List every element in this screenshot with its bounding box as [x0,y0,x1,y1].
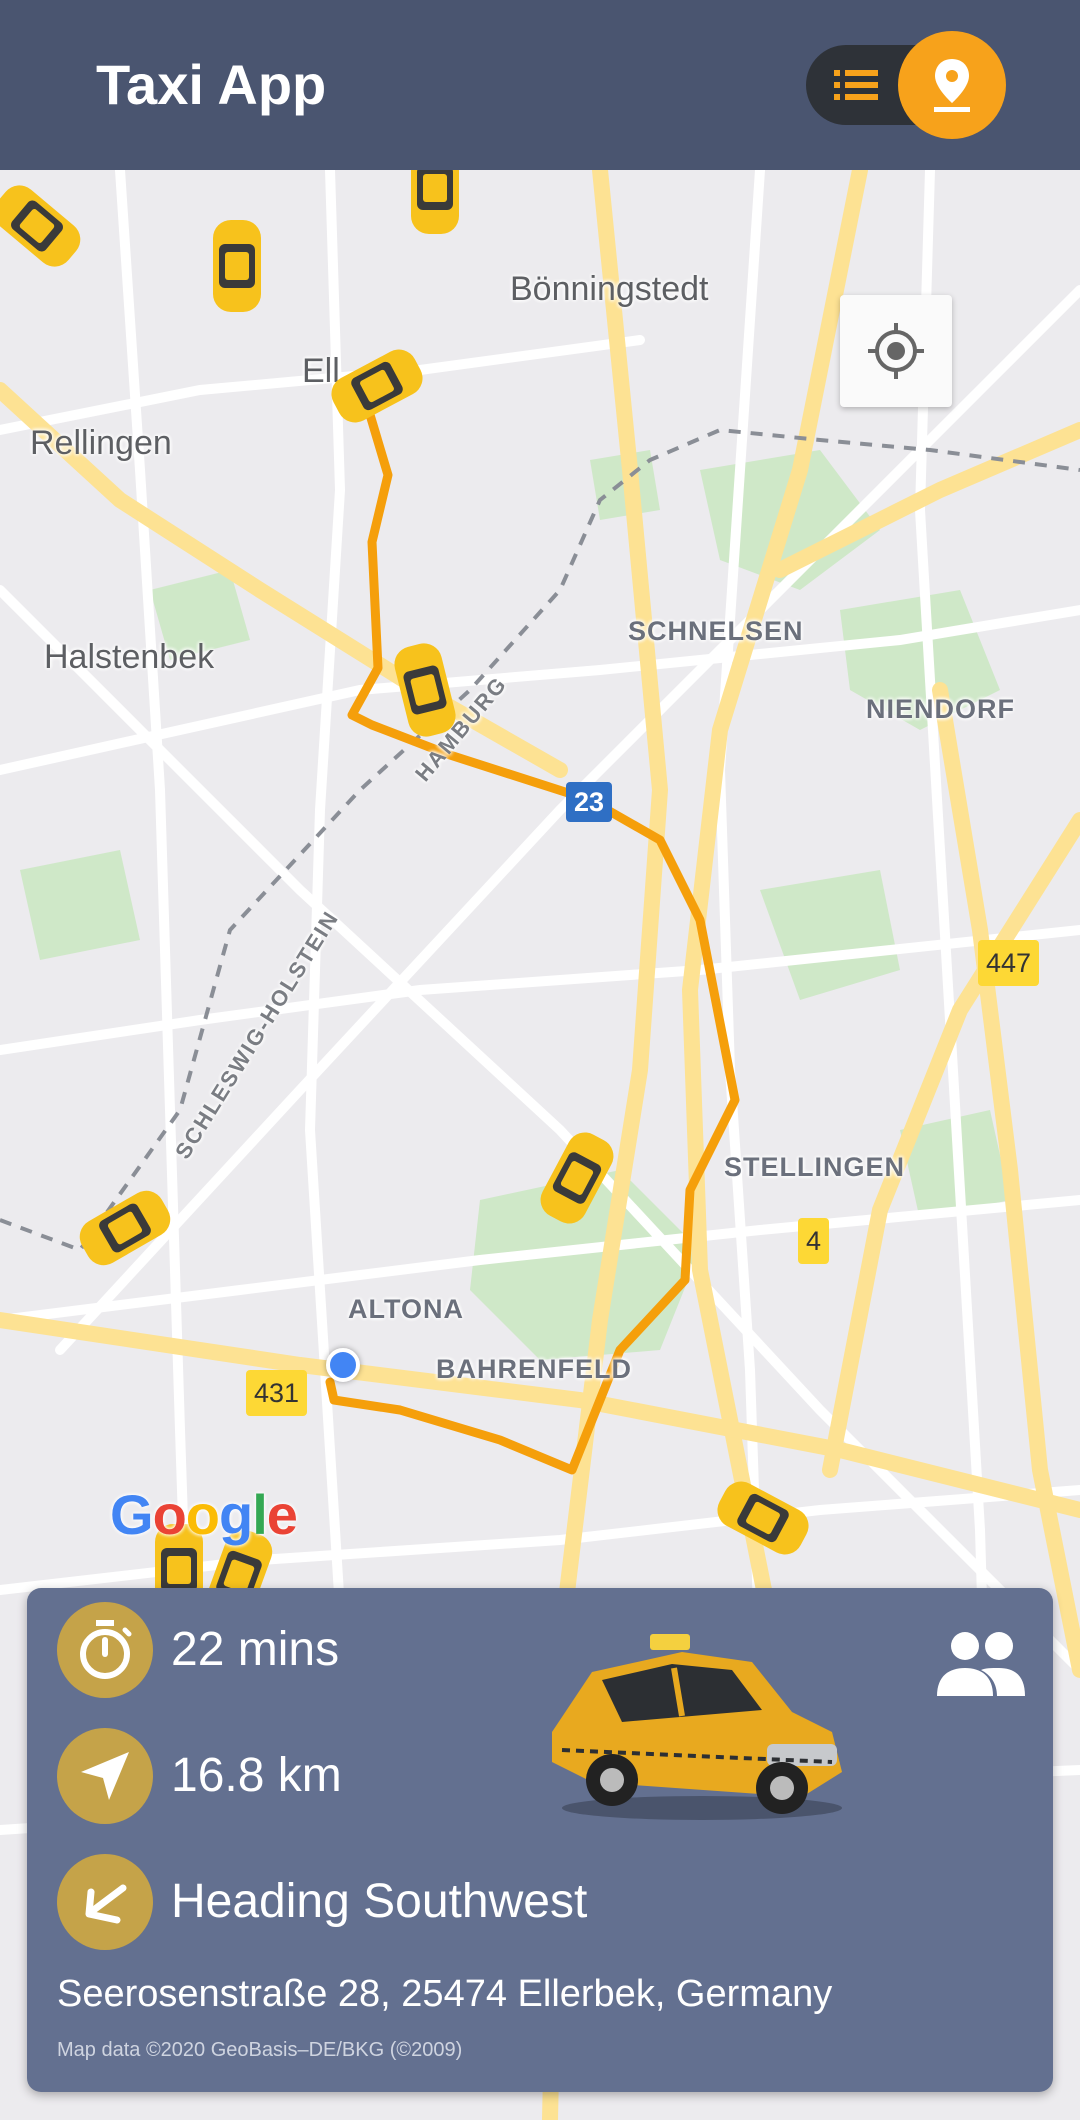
taxi-marker[interactable] [408,170,462,236]
road-shield-447: 447 [978,940,1040,986]
people-icon[interactable] [935,1628,1027,1698]
heading-row: Heading Southwest [57,1854,587,1950]
arrow-southwest-icon [85,1884,127,1924]
heading-icon-badge [57,1854,153,1950]
duration-row: 22 mins [57,1602,339,1698]
district-label-schnelsen: SCHNELSEN [628,616,804,646]
location-pin-icon [934,59,970,112]
timer-icon [80,1620,132,1679]
place-label-rellingen: Rellingen [30,424,172,462]
user-location-dot [326,1348,360,1382]
navigation-arrow-icon [81,1752,129,1800]
view-toggle[interactable] [806,31,1006,139]
map-view-button[interactable] [898,31,1006,139]
district-label-altona: ALTONA [348,1294,464,1324]
yellow-taxi-image [552,1634,842,1820]
district-label-stellingen: STELLINGEN [724,1152,906,1182]
duration-text: 22 mins [171,1623,340,1676]
map-attribution: Map data ©2020 GeoBasis–DE/BKG (©2009) [57,2039,463,2061]
distance-row: 16.8 km [57,1728,342,1824]
timer-icon-badge [57,1602,153,1698]
district-label-niendorf: NIENDORF [866,694,1015,724]
address-text: Seerosenstraße 28, 25474 Ellerbek, Germa… [57,1973,833,2015]
list-icon [834,70,878,100]
place-label-halstenbek: Halstenbek [44,638,215,676]
road-shield-431: 431 [246,1370,308,1416]
navigation-icon-badge [57,1728,153,1824]
road-shield-23: 23 [566,782,613,822]
google-logo: Google [110,1483,298,1546]
road-shield-4: 4 [798,1218,830,1264]
heading-text: Heading Southwest [171,1875,588,1928]
taxi-marker[interactable] [210,218,264,314]
crosshair-icon [868,323,924,379]
place-label-boenningstedt: Bönningstedt [510,270,709,308]
trip-info-card: 22 mins 16.8 km Heading Southwest Seeros… [27,1588,1053,2092]
app-title: Taxi App [96,53,327,116]
my-location-button[interactable] [840,295,952,407]
distance-text: 16.8 km [171,1749,342,1802]
list-view-button[interactable] [828,63,884,107]
app-bar: Taxi App [0,0,1080,170]
district-label-bahrenfeld: BAHRENFELD [436,1354,632,1384]
